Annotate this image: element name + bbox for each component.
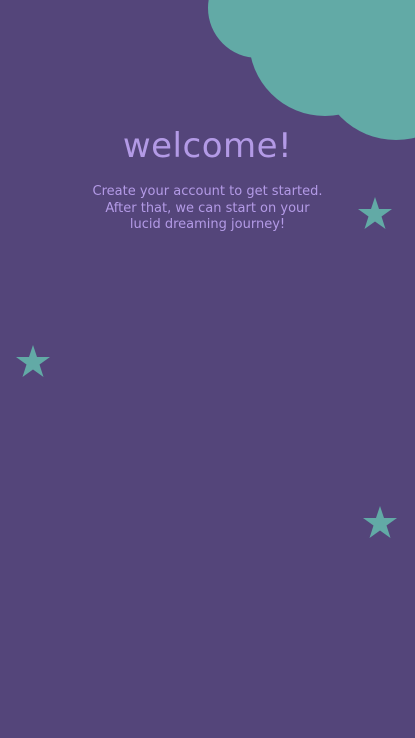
- welcome-subtitle: Create your account to get started. Afte…: [0, 184, 415, 234]
- star-icon: [363, 506, 397, 538]
- star-icon: [16, 345, 50, 377]
- subtitle-line: Create your account to get started.: [92, 184, 323, 199]
- crescent-moon-icon: [43, 31, 101, 105]
- subtitle-line: lucid dreaming journey!: [129, 217, 286, 232]
- welcome-title: welcome!: [122, 126, 293, 166]
- subtitle-line: After that, we can start on your: [105, 200, 310, 216]
- welcome-screen: welcome! Create your account to get star…: [0, 0, 415, 738]
